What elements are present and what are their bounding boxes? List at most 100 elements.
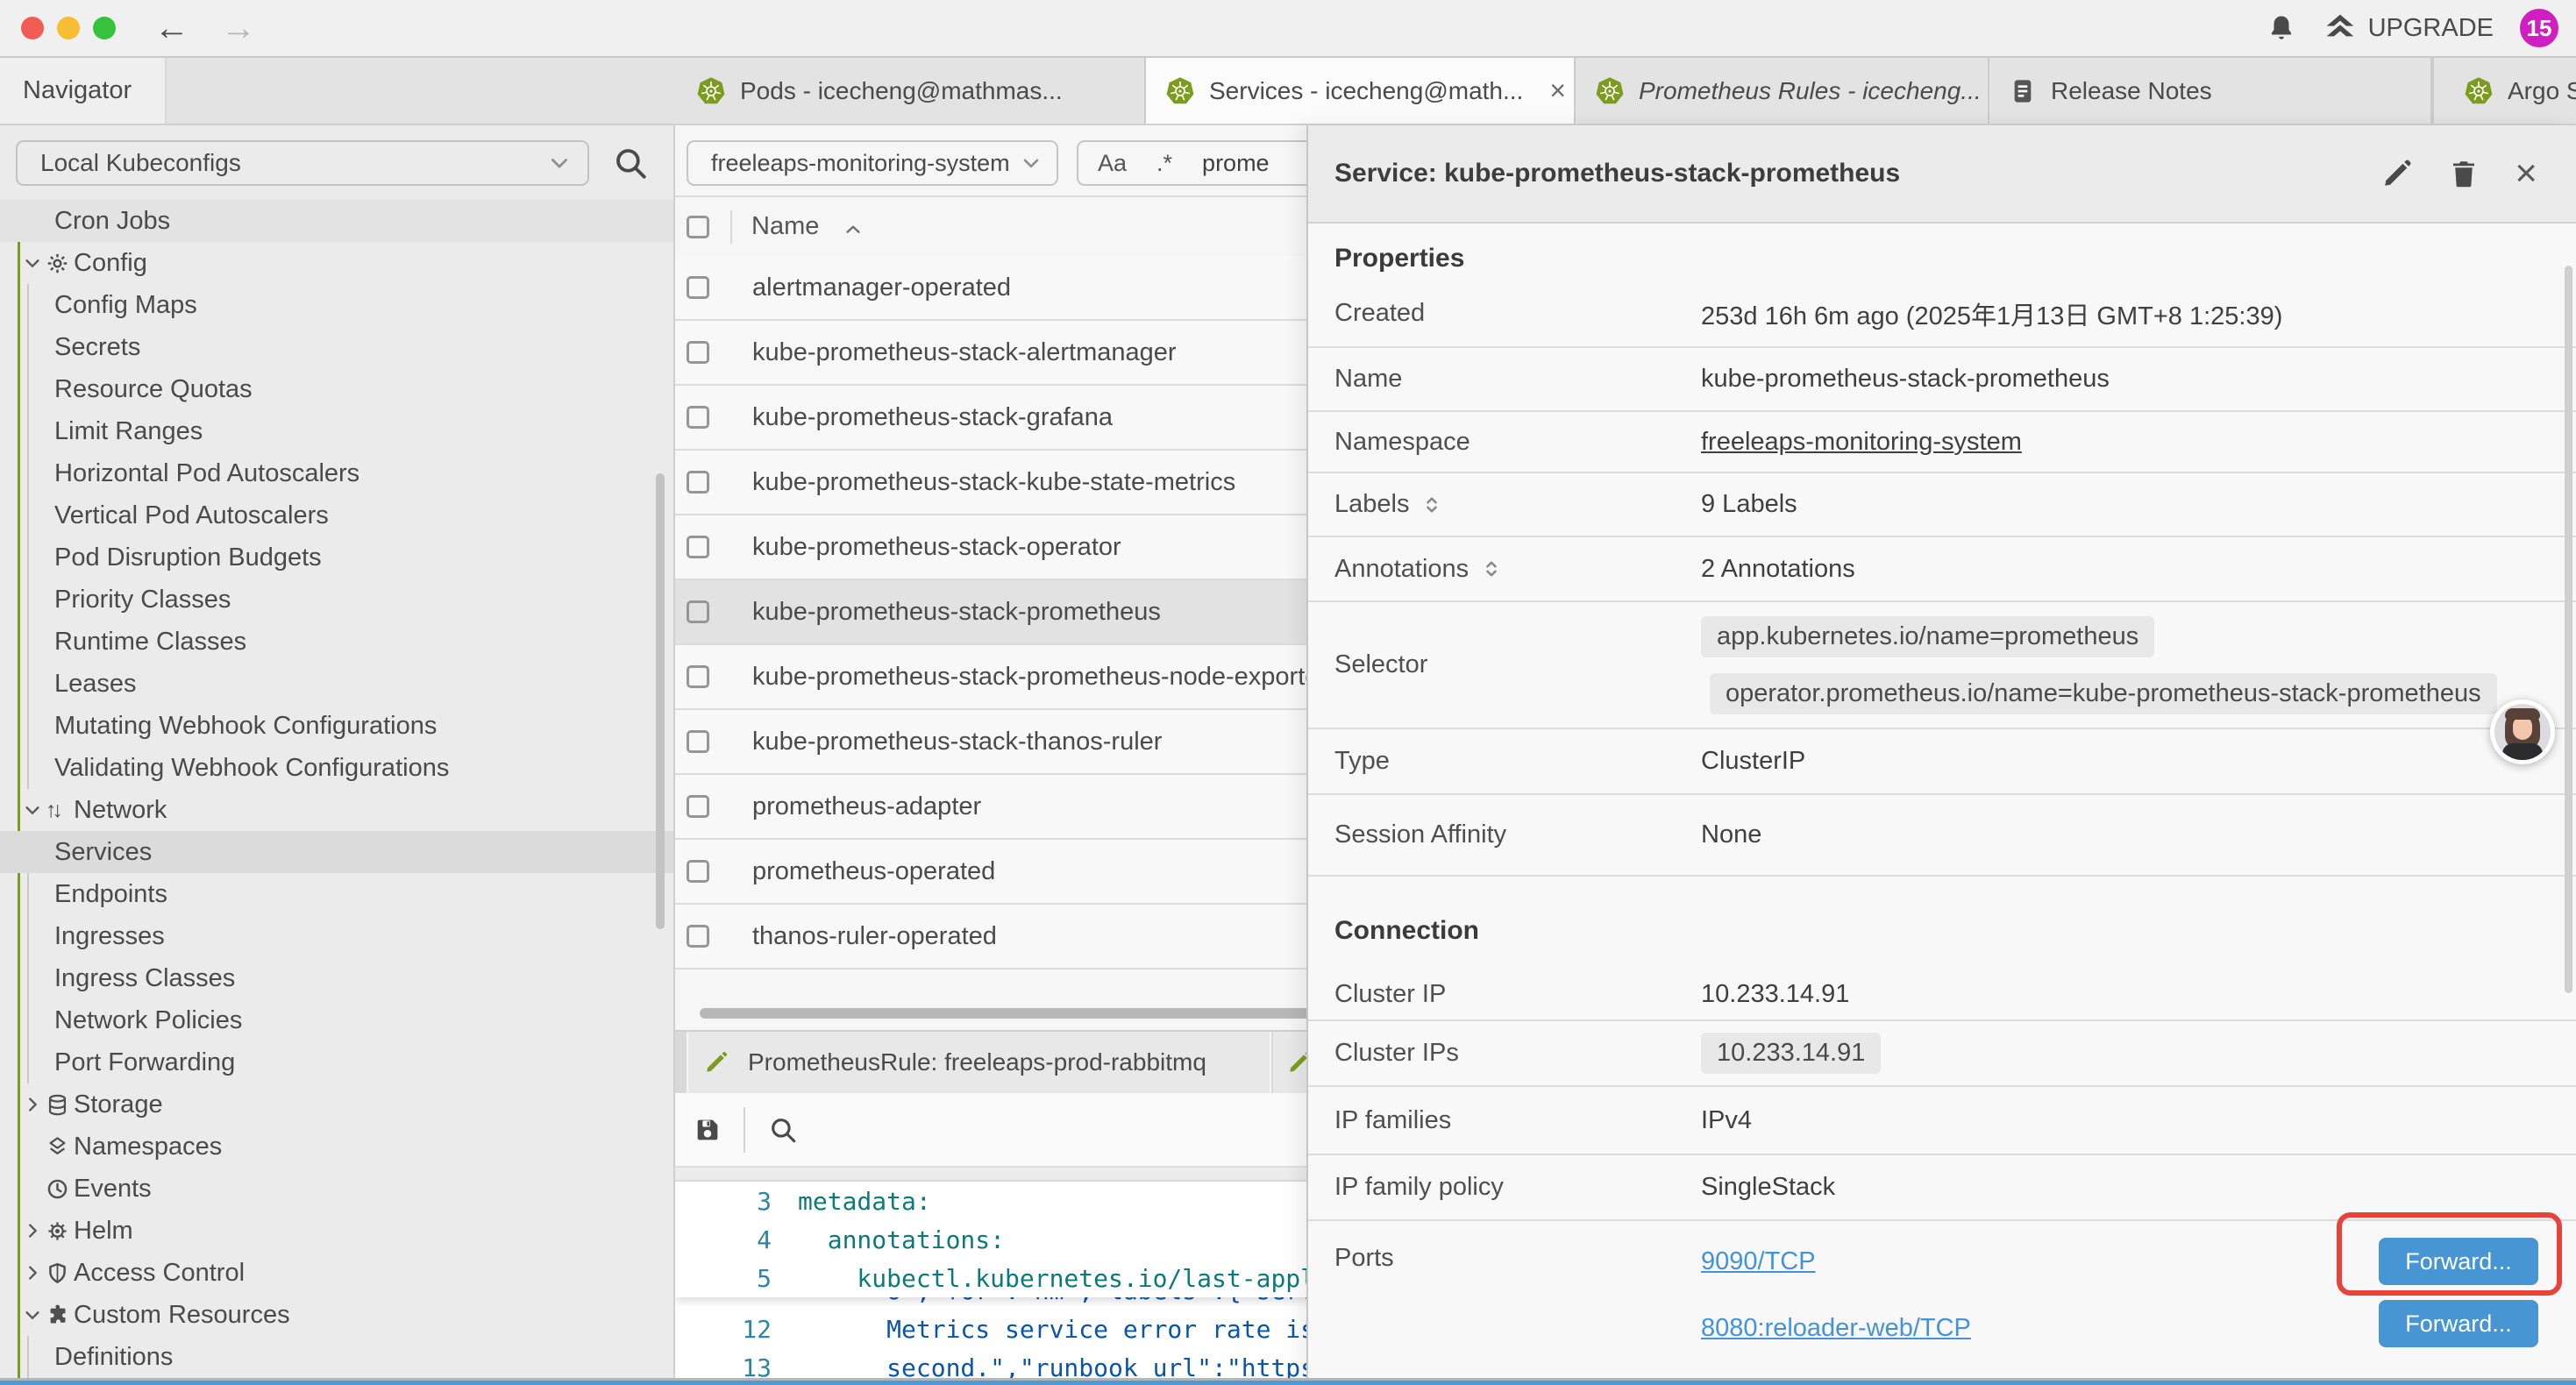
- sidebar-item-validating-webhook-configurations[interactable]: Validating Webhook Configurations: [0, 747, 675, 789]
- table-row-prometheus-operated[interactable]: prometheus-operated: [675, 840, 1394, 905]
- sidebar-item-leases[interactable]: Leases: [0, 663, 675, 705]
- sidebar-item-events[interactable]: Events: [0, 1168, 675, 1210]
- horizontal-scrollbar[interactable]: [700, 1008, 1394, 1019]
- table-row-kube-prometheus-stack-operator[interactable]: kube-prometheus-stack-operator: [675, 515, 1394, 580]
- sidebar-item-ingress-classes[interactable]: Ingress Classes: [0, 957, 675, 999]
- namespace-link[interactable]: freeleaps-monitoring-system: [1701, 428, 2022, 457]
- chevron-down-icon[interactable]: [23, 253, 44, 273]
- row-checkbox[interactable]: [687, 600, 709, 623]
- chevron-right-icon[interactable]: [23, 1221, 44, 1240]
- row-checkbox[interactable]: [687, 730, 709, 753]
- sidebar-search-icon[interactable]: [612, 145, 649, 181]
- close-icon[interactable]: ×: [1549, 75, 1566, 107]
- sidebar-item-pod-disruption-budgets[interactable]: Pod Disruption Budgets: [0, 536, 675, 579]
- row-checkbox[interactable]: [687, 925, 709, 948]
- sidebar-item-helm[interactable]: Helm: [0, 1210, 675, 1252]
- sidebar-item-vertical-pod-autoscalers[interactable]: Vertical Pod Autoscalers: [0, 494, 675, 536]
- sidebar-scrollbar[interactable]: [656, 473, 665, 929]
- avatar[interactable]: [2490, 700, 2555, 764]
- select-all-checkbox[interactable]: [687, 216, 709, 238]
- sidebar-item-network[interactable]: ↑↓Network: [0, 789, 675, 831]
- sidebar-item-resource-quotas[interactable]: Resource Quotas: [0, 368, 675, 410]
- sidebar-item-secrets[interactable]: Secrets: [0, 326, 675, 368]
- sidebar-item-limit-ranges[interactable]: Limit Ranges: [0, 410, 675, 452]
- sidebar-item-services[interactable]: Services: [0, 831, 675, 873]
- tab-argo-se[interactable]: Argo Se: [2444, 58, 2576, 124]
- tab-release-notes[interactable]: Release Notes: [1989, 58, 2432, 124]
- sort-toggle-icon[interactable]: [1421, 494, 1442, 515]
- row-checkbox[interactable]: [687, 341, 709, 364]
- sidebar-item-priority-classes[interactable]: Priority Classes: [0, 579, 675, 621]
- table-row-kube-prometheus-stack-prometheus[interactable]: kube-prometheus-stack-prometheus: [675, 580, 1394, 645]
- tab-pods-icecheng-mathmas[interactable]: Pods - icecheng@mathmas...: [677, 58, 1146, 124]
- chevron-down-icon[interactable]: [23, 1305, 44, 1325]
- row-checkbox[interactable]: [687, 471, 709, 494]
- sidebar-item-horizontal-pod-autoscalers[interactable]: Horizontal Pod Autoscalers: [0, 452, 675, 494]
- table-row-prometheus-adapter[interactable]: prometheus-adapter: [675, 775, 1394, 840]
- chevron-down-icon[interactable]: [23, 800, 44, 820]
- back-arrow-icon[interactable]: ←: [154, 11, 189, 46]
- row-checkbox[interactable]: [687, 665, 709, 688]
- row-checkbox[interactable]: [687, 276, 709, 299]
- sidebar-item-runtime-classes[interactable]: Runtime Classes: [0, 621, 675, 663]
- row-checkbox[interactable]: [687, 860, 709, 883]
- chevron-right-icon[interactable]: [23, 1095, 44, 1114]
- kubeconfig-selector[interactable]: Local Kubeconfigs: [16, 140, 589, 186]
- notification-badge[interactable]: 15: [2520, 9, 2558, 47]
- edit-pencil-icon: [704, 1050, 729, 1075]
- zoom-window-button[interactable]: [93, 17, 116, 39]
- sidebar-item-definitions[interactable]: Definitions: [0, 1336, 675, 1378]
- sidebar-item-port-forwarding[interactable]: Port Forwarding: [0, 1041, 675, 1083]
- regex-toggle[interactable]: .*: [1156, 150, 1172, 177]
- table-row-kube-prometheus-stack-prometheus-node-exporter[interactable]: kube-prometheus-stack-prometheus-node-ex…: [675, 645, 1394, 710]
- close-window-button[interactable]: [21, 17, 44, 39]
- sidebar-item-storage[interactable]: Storage: [0, 1083, 675, 1126]
- table-row-kube-prometheus-stack-kube-state-metrics[interactable]: kube-prometheus-stack-kube-state-metrics: [675, 451, 1394, 515]
- row-checkbox[interactable]: [687, 406, 709, 429]
- row-checkbox[interactable]: [687, 795, 709, 818]
- forward-button-9090-tcp[interactable]: Forward...: [2379, 1238, 2538, 1285]
- table-row-kube-prometheus-stack-thanos-ruler[interactable]: kube-prometheus-stack-thanos-ruler: [675, 710, 1394, 775]
- forward-button-8080-reloader-web-tcp[interactable]: Forward...: [2379, 1300, 2538, 1347]
- table-row-thanos-ruler-operated[interactable]: thanos-ruler-operated: [675, 905, 1394, 970]
- sidebar-item-mutating-webhook-configurations[interactable]: Mutating Webhook Configurations: [0, 705, 675, 747]
- sort-toggle-icon[interactable]: [1481, 558, 1502, 579]
- sidebar-item-config-maps[interactable]: Config Maps: [0, 284, 675, 326]
- sidebar-item-config[interactable]: Config: [0, 242, 675, 284]
- match-case-toggle[interactable]: Aa: [1098, 150, 1127, 177]
- yaml-editor[interactable]: 3metadata:4 annotations:5 kubectl.kubern…: [675, 1182, 1394, 1378]
- trash-icon[interactable]: [2448, 158, 2480, 189]
- close-icon[interactable]: ×: [2515, 154, 2537, 193]
- save-icon[interactable]: [693, 1115, 722, 1145]
- bell-icon[interactable]: [2266, 13, 2296, 43]
- detail-scrollbar[interactable]: [2565, 266, 2572, 993]
- table-row-kube-prometheus-stack-grafana[interactable]: kube-prometheus-stack-grafana: [675, 386, 1394, 451]
- forward-arrow-icon[interactable]: →: [221, 11, 256, 46]
- column-header-name[interactable]: Name: [751, 212, 819, 241]
- editor-search-icon[interactable]: [768, 1115, 798, 1145]
- row-checkbox[interactable]: [687, 536, 709, 558]
- port-link-8080-reloader-web-tcp[interactable]: 8080:reloader-web/TCP: [1701, 1314, 1971, 1354]
- table-row-kube-prometheus-stack-alertmanager[interactable]: kube-prometheus-stack-alertmanager: [675, 321, 1394, 386]
- sidebar-item-custom-resources[interactable]: Custom Resources: [0, 1294, 675, 1336]
- sidebar-item-namespaces[interactable]: Namespaces: [0, 1126, 675, 1168]
- minimize-window-button[interactable]: [57, 17, 80, 39]
- sidebar-item-access-control[interactable]: Access Control: [0, 1252, 675, 1294]
- editor-sticky-scroll: 3metadata:4 annotations:5 kubectl.kubern…: [675, 1182, 1394, 1297]
- tab-bar: Navigator Pods - icecheng@mathmas...Serv…: [0, 58, 2576, 125]
- sidebar-item-endpoints[interactable]: Endpoints: [0, 873, 675, 915]
- namespace-filter-dropdown[interactable]: freeleaps-monitoring-system: [687, 140, 1058, 186]
- upgrade-button[interactable]: UPGRADE: [2323, 11, 2494, 46]
- sidebar-item-ingresses[interactable]: Ingresses: [0, 915, 675, 957]
- tab-prometheus-rules-icecheng[interactable]: Prometheus Rules - icecheng...: [1576, 58, 1989, 124]
- edit-pencil-icon[interactable]: [2381, 158, 2413, 189]
- editor-tab-prometheusrule[interactable]: PrometheusRule: freeleaps-prod-rabbitmq: [687, 1032, 1271, 1093]
- sidebar-item-cron-jobs[interactable]: Cron Jobs: [0, 200, 675, 242]
- port-link-9090-tcp[interactable]: 9090/TCP: [1701, 1247, 1971, 1288]
- tab-services-icecheng-math[interactable]: Services - icecheng@math...×: [1146, 58, 1576, 124]
- sidebar-item-network-policies[interactable]: Network Policies: [0, 999, 675, 1041]
- chevron-right-icon[interactable]: [23, 1263, 44, 1282]
- sort-ascending-icon[interactable]: [842, 218, 865, 241]
- table-row-alertmanager-operated[interactable]: alertmanager-operated: [675, 256, 1394, 321]
- tab-navigator[interactable]: Navigator: [0, 58, 167, 124]
